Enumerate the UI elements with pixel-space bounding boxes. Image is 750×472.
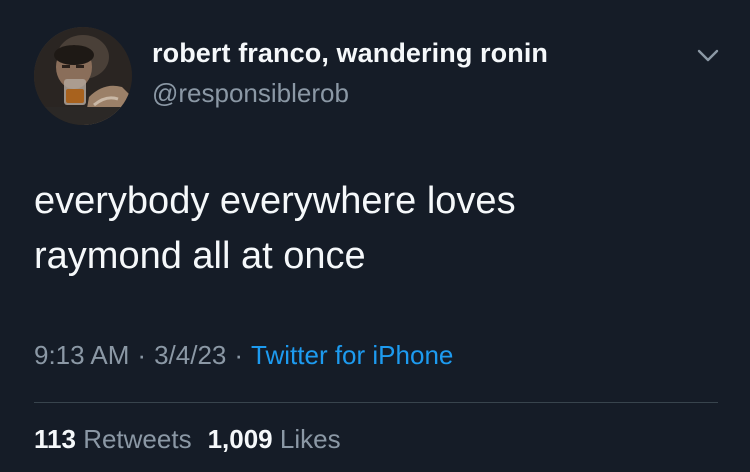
retweets-stat[interactable]: 113 Retweets (34, 424, 192, 454)
tweet-stats: 113 Retweets 1,009 Likes (34, 424, 341, 455)
retweets-label: Retweets (83, 424, 192, 454)
likes-stat[interactable]: 1,009 Likes (208, 424, 341, 454)
tweet-time[interactable]: 9:13 AM (34, 340, 129, 370)
separator-dot: · (234, 340, 244, 370)
author-display-name[interactable]: robert franco, wandering ronin (152, 38, 548, 69)
tweet-source-link[interactable]: Twitter for iPhone (251, 340, 453, 370)
author-handle[interactable]: @responsiblerob (152, 78, 349, 109)
tweet-detail: robert franco, wandering ronin @responsi… (0, 0, 750, 472)
chevron-down-icon[interactable] (694, 44, 722, 66)
tweet-text: everybody everywhere loves raymond all a… (34, 180, 516, 277)
tweet-date[interactable]: 3/4/23 (154, 340, 226, 370)
separator-dot: · (137, 340, 147, 370)
profile-photo-icon (34, 27, 132, 125)
tweet-metadata: 9:13 AM · 3/4/23 · Twitter for iPhone (34, 340, 453, 371)
likes-count: 1,009 (207, 424, 273, 454)
retweets-count: 113 (34, 424, 76, 454)
likes-label: Likes (279, 424, 341, 454)
avatar[interactable] (34, 27, 132, 125)
divider (34, 402, 718, 403)
